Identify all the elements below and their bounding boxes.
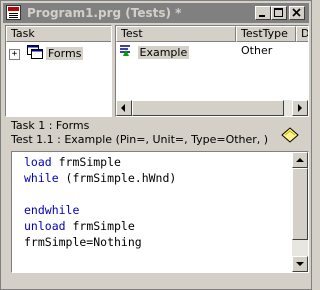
program-window: Program1.prg (Tests) * Task + Forms Test… (0, 0, 312, 290)
scroll-up-button[interactable] (292, 152, 308, 168)
program-icon[interactable] (6, 5, 21, 20)
vertical-scroll-thumb[interactable] (292, 168, 308, 240)
scroll-down-button[interactable] (292, 256, 308, 272)
task-item-label: Forms (46, 47, 84, 60)
code-vertical-scrollbar[interactable] (292, 152, 308, 272)
arrow-right-icon (298, 104, 302, 112)
note-icon (281, 127, 299, 143)
task-pane: Task + Forms (5, 25, 112, 117)
code-line-5: unload frmSimple (24, 219, 135, 233)
test-horizontal-scrollbar[interactable] (116, 100, 308, 116)
arrow-up-icon (296, 158, 304, 162)
test-info-line: Test 1.1 : Example (Pin=, Unit=, Type=Ot… (11, 133, 269, 146)
window-title: Program1.prg (Tests) * (27, 6, 182, 20)
maximize-icon (274, 8, 283, 17)
task-column-header[interactable]: Task (6, 26, 111, 42)
code-line-4: endwhile (24, 203, 80, 217)
test-pane: Test TestType D Example Other (115, 25, 309, 117)
code-editor[interactable]: load frmSimple while (frmSimple.hWnd) en… (11, 151, 309, 273)
expand-toggle[interactable]: + (9, 48, 20, 60)
task-info-line: Task 1 : Forms (11, 119, 90, 132)
test-name: Example (137, 46, 190, 59)
note-button[interactable] (279, 125, 301, 145)
forms-icon (26, 45, 43, 63)
scroll-right-button[interactable] (292, 100, 308, 116)
code-line-1: load frmSimple (24, 155, 121, 169)
test-column-header[interactable]: Test (116, 26, 236, 42)
code-line-6: frmSimple=Nothing (24, 235, 142, 249)
scroll-left-button[interactable] (116, 100, 132, 116)
close-icon (292, 8, 301, 17)
task-tree-item[interactable]: + Forms (9, 45, 84, 63)
d-column-header[interactable]: D (296, 26, 308, 42)
close-button[interactable] (289, 6, 305, 20)
title-bar[interactable]: Program1.prg (Tests) * (3, 3, 309, 23)
minimize-button[interactable] (255, 6, 271, 20)
test-icon (118, 44, 134, 62)
test-info: Task 1 : Forms Test 1.1 : Example (Pin=,… (11, 119, 309, 151)
minimize-icon (259, 15, 265, 17)
maximize-button[interactable] (271, 6, 287, 20)
test-row[interactable]: Example (118, 44, 190, 62)
status-bar (1, 275, 311, 289)
arrow-down-icon (296, 262, 304, 266)
test-type: Other (241, 44, 273, 57)
horizontal-scroll-thumb[interactable] (132, 100, 284, 116)
code-line-2: while (frmSimple.hWnd) (24, 171, 177, 185)
testtype-column-header[interactable]: TestType (236, 26, 296, 42)
arrow-left-icon (121, 104, 125, 112)
